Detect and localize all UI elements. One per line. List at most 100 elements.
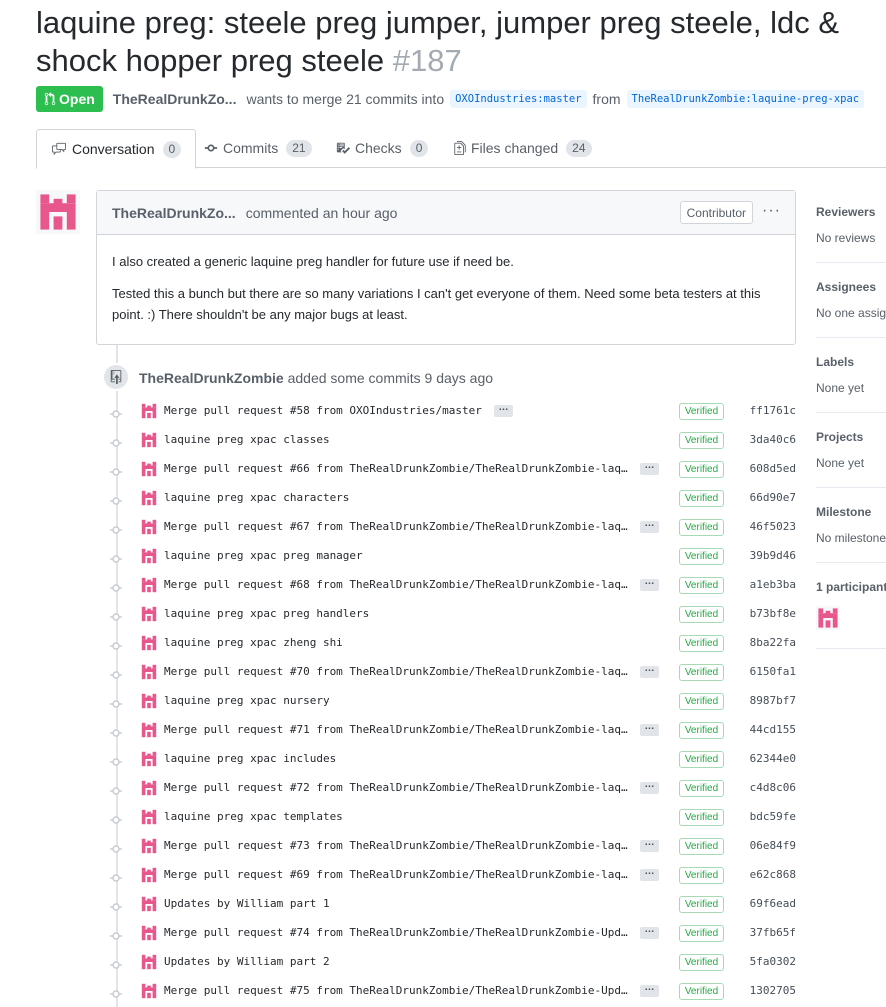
tab-conversation[interactable]: Conversation 0 [36,129,197,169]
expand-commit-body-button[interactable]: … [640,577,659,591]
commit-message-link[interactable]: Merge pull request #69 from TheRealDrunk… [164,868,628,881]
expand-commit-body-button[interactable]: … [640,867,659,881]
commit-sha-link[interactable]: bdc59fe [750,810,796,823]
commit-message-link[interactable]: laquine preg xpac templates [164,810,343,823]
commit-author-avatar[interactable] [140,779,158,797]
commit-sha-link[interactable]: 37fb65f [750,926,796,939]
verified-badge[interactable]: Verified [679,954,724,971]
kebab-horizontal-icon[interactable]: ··· [762,202,781,220]
commit-author-avatar[interactable] [140,692,158,710]
head-branch[interactable]: TheRealDrunkZombie:laquine-preg-xpac [626,90,865,108]
commit-author-avatar[interactable] [140,634,158,652]
commit-message-link[interactable]: laquine preg xpac preg manager [164,549,363,562]
verified-badge[interactable]: Verified [679,809,724,826]
commit-author-avatar[interactable] [140,605,158,623]
expand-commit-body-button[interactable]: … [640,519,659,533]
expand-commit-body-button[interactable]: … [640,983,659,997]
commit-sha-link[interactable]: 6150fa1 [750,665,796,678]
verified-badge[interactable]: Verified [679,867,724,884]
sidebar-assignees[interactable]: Assignees No one assigned [816,280,886,320]
commit-sha-link[interactable]: 06e84f9 [750,839,796,852]
verified-badge[interactable]: Verified [679,838,724,855]
participant-avatar[interactable] [816,606,886,633]
verified-badge[interactable]: Verified [679,664,724,681]
expand-commit-body-button[interactable]: … [640,722,659,736]
verified-badge[interactable]: Verified [679,780,724,797]
commit-message-link[interactable]: laquine preg xpac classes [164,433,330,446]
commit-sha-link[interactable]: 8ba22fa [750,636,796,649]
verified-badge[interactable]: Verified [679,693,724,710]
expand-commit-body-button[interactable]: … [640,780,659,794]
commit-author-avatar[interactable] [140,547,158,565]
commit-message-link[interactable]: laquine preg xpac characters [164,491,349,504]
verified-badge[interactable]: Verified [679,925,724,942]
commit-message-link[interactable]: Merge pull request #73 from TheRealDrunk… [164,839,628,852]
commit-message-link[interactable]: laquine preg xpac includes [164,752,336,765]
verified-badge[interactable]: Verified [679,432,724,449]
commit-message-link[interactable]: Merge pull request #74 from TheRealDrunk… [164,926,628,939]
commit-message-link[interactable]: Merge pull request #68 from TheRealDrunk… [164,578,628,591]
commit-author-avatar[interactable] [140,663,158,681]
verified-badge[interactable]: Verified [679,548,724,565]
tab-files-changed[interactable]: Files changed 24 [440,128,606,168]
commit-author-avatar[interactable] [140,721,158,739]
commit-author-avatar[interactable] [140,982,158,1000]
commit-sha-link[interactable]: 8987bf7 [750,694,796,707]
verified-badge[interactable]: Verified [679,635,724,652]
verified-badge[interactable]: Verified [679,606,724,623]
commit-message-link[interactable]: Merge pull request #67 from TheRealDrunk… [164,520,628,533]
expand-commit-body-button[interactable]: … [640,838,659,852]
commit-sha-link[interactable]: 66d90e7 [750,491,796,504]
commit-message-link[interactable]: Merge pull request #66 from TheRealDrunk… [164,462,628,475]
tab-commits[interactable]: Commits 21 [190,128,326,168]
expand-commit-body-button[interactable]: … [640,461,659,475]
commit-message-link[interactable]: Merge pull request #71 from TheRealDrunk… [164,723,628,736]
commit-sha-link[interactable]: c4d8c06 [750,781,796,794]
verified-badge[interactable]: Verified [679,983,724,1000]
commit-author-avatar[interactable] [140,953,158,971]
commit-message-link[interactable]: Merge pull request #70 from TheRealDrunk… [164,665,628,678]
commit-sha-link[interactable]: 39b9d46 [750,549,796,562]
commit-sha-link[interactable]: a1eb3ba [750,578,796,591]
pr-author-link[interactable]: TheRealDrunkZo... [113,91,237,107]
expand-commit-body-button[interactable]: … [640,925,659,939]
verified-badge[interactable]: Verified [679,577,724,594]
commit-message-link[interactable]: Merge pull request #72 from TheRealDrunk… [164,781,628,794]
commit-sha-link[interactable]: 69f6ead [750,897,796,910]
commit-author-avatar[interactable] [140,518,158,536]
commit-message-link[interactable]: laquine preg xpac zheng shi [164,636,343,649]
sidebar-reviewers[interactable]: Reviewers No reviews [816,205,886,245]
event-author-link[interactable]: TheRealDrunkZombie [139,370,284,386]
commit-author-avatar[interactable] [140,431,158,449]
commit-author-avatar[interactable] [140,402,158,420]
commit-author-avatar[interactable] [140,837,158,855]
verified-badge[interactable]: Verified [679,751,724,768]
commit-author-avatar[interactable] [140,750,158,768]
expand-commit-body-button[interactable]: … [494,403,513,417]
sidebar-milestone[interactable]: Milestone No milestone [816,505,886,545]
comment-author-link[interactable]: TheRealDrunkZo... [112,205,236,221]
commit-sha-link[interactable]: 5fa0302 [750,955,796,968]
commit-sha-link[interactable]: e62c868 [750,868,796,881]
sidebar-labels[interactable]: Labels None yet [816,355,886,395]
commit-message-link[interactable]: Merge pull request #75 from TheRealDrunk… [164,984,628,997]
commit-author-avatar[interactable] [140,489,158,507]
commit-author-avatar[interactable] [140,460,158,478]
commit-message-link[interactable]: Merge pull request #58 from OXOIndustrie… [164,404,482,417]
commit-message-link[interactable]: Updates by William part 2 [164,955,330,968]
commit-sha-link[interactable]: 62344e0 [750,752,796,765]
base-branch[interactable]: OXOIndustries:master [450,90,587,108]
commit-sha-link[interactable]: 1302705 [750,984,796,997]
verified-badge[interactable]: Verified [679,490,724,507]
commit-message-link[interactable]: laquine preg xpac nursery [164,694,330,707]
verified-badge[interactable]: Verified [679,403,724,420]
commit-sha-link[interactable]: 46f5023 [750,520,796,533]
comment-timestamp[interactable]: commented an hour ago [246,205,398,221]
commit-author-avatar[interactable] [140,576,158,594]
commit-sha-link[interactable]: 44cd155 [750,723,796,736]
commit-author-avatar[interactable] [140,924,158,942]
verified-badge[interactable]: Verified [679,722,724,739]
commit-author-avatar[interactable] [140,808,158,826]
author-avatar[interactable] [36,190,80,234]
commit-sha-link[interactable]: 3da40c6 [750,433,796,446]
